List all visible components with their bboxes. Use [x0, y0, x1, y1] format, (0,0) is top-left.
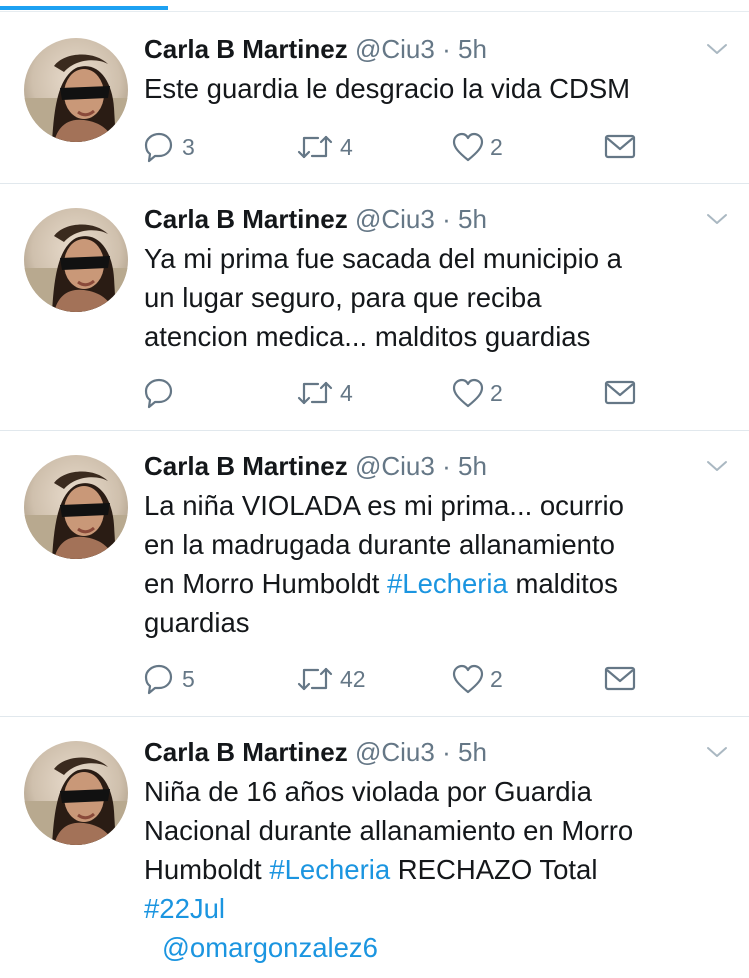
tweet-header: Carla B Martinez @Ciu3 · 5h [144, 201, 487, 237]
envelope-icon [604, 134, 636, 159]
tweet[interactable]: Carla B Martinez @Ciu3 · 5h Este guardia… [0, 13, 749, 184]
author-handle[interactable]: @Ciu3 [355, 34, 435, 64]
reply-icon [144, 378, 173, 409]
author-name[interactable]: Carla B Martinez [144, 34, 348, 64]
reply-count: 3 [182, 133, 195, 160]
hashtag-link[interactable]: #22Jul [144, 893, 225, 924]
reply-icon [144, 664, 173, 695]
timeline: Carla B Martinez @Ciu3 · 5h Este guardia… [0, 0, 749, 978]
hashtag-link[interactable]: #Lecheria [269, 854, 390, 885]
envelope-icon [604, 380, 636, 405]
tab-indicator-bar [0, 0, 749, 12]
mention-link[interactable]: @omargonzalez6 [144, 928, 734, 967]
timestamp[interactable]: 5h [458, 204, 487, 234]
timestamp[interactable]: 5h [458, 737, 487, 767]
message-button[interactable] [604, 375, 636, 411]
like-button[interactable]: 2 [452, 661, 503, 697]
tweet-text-line: Este guardia le desgracio la vida CDSM [144, 73, 631, 104]
avatar[interactable] [24, 38, 128, 142]
like-count: 2 [490, 665, 503, 692]
separator-dot: · [442, 737, 451, 767]
retweet-count: 4 [340, 379, 353, 406]
tweet-actions: 5 42 2 [144, 661, 644, 697]
retweet-button[interactable]: 42 [296, 661, 366, 697]
timestamp[interactable]: 5h [458, 34, 487, 64]
retweet-button[interactable]: 4 [296, 375, 353, 411]
tweet-text-line: Niña de 16 años violada por Guardia [144, 776, 592, 807]
tweet-text-line: La niña VIOLADA es mi prima... ocurrio [144, 490, 624, 521]
tweet-text-line: guardias [144, 607, 250, 638]
message-button[interactable] [604, 129, 636, 165]
tweet-text: La niña VIOLADA es mi prima... ocurrio e… [144, 486, 734, 642]
heart-icon [452, 378, 484, 408]
retweet-count: 4 [340, 133, 353, 160]
reply-button[interactable]: 5 [144, 661, 195, 697]
tweet-text: Niña de 16 años violada por Guardia Naci… [144, 772, 734, 967]
chevron-down-icon[interactable] [705, 207, 729, 231]
author-name[interactable]: Carla B Martinez [144, 204, 348, 234]
avatar[interactable] [24, 208, 128, 312]
author-handle[interactable]: @Ciu3 [355, 451, 435, 481]
tweet-text-line: en Morro Humboldt [144, 568, 388, 599]
author-name[interactable]: Carla B Martinez [144, 451, 348, 481]
chevron-down-icon[interactable] [705, 740, 729, 764]
reply-button[interactable]: 3 [144, 129, 195, 165]
separator-dot: · [442, 34, 451, 64]
tweet-header: Carla B Martinez @Ciu3 · 5h [144, 31, 487, 67]
tweet-text-line: Nacional durante allanamiento en Morro [144, 815, 634, 846]
separator-dot: · [442, 204, 451, 234]
like-button[interactable]: 2 [452, 375, 503, 411]
retweet-icon [297, 135, 333, 159]
reply-count: 5 [182, 665, 195, 692]
timestamp[interactable]: 5h [458, 451, 487, 481]
active-tab-indicator [0, 6, 168, 10]
tweet-text-line: Humboldt [144, 854, 270, 885]
envelope-icon [604, 666, 636, 691]
retweet-icon [297, 381, 333, 405]
chevron-down-icon[interactable] [705, 37, 729, 61]
tweet[interactable]: Carla B Martinez @Ciu3 · 5h Ya mi prima … [0, 184, 749, 431]
tweet-actions: 3 4 2 [144, 129, 644, 165]
tweet-header: Carla B Martinez @Ciu3 · 5h [144, 734, 487, 770]
like-count: 2 [490, 379, 503, 406]
reply-icon [144, 132, 173, 163]
author-name[interactable]: Carla B Martinez [144, 737, 348, 767]
heart-icon [452, 132, 484, 162]
retweet-button[interactable]: 4 [296, 129, 353, 165]
like-button[interactable]: 2 [452, 129, 503, 165]
tweet-text-line: en la madrugada durante allanamiento [144, 529, 615, 560]
retweet-count: 42 [340, 665, 366, 692]
avatar[interactable] [24, 455, 128, 559]
tweet[interactable]: Carla B Martinez @Ciu3 · 5h La niña VIOL… [0, 431, 749, 717]
heart-icon [452, 664, 484, 694]
tweet-text: Este guardia le desgracio la vida CDSM [144, 69, 734, 108]
tweet-header: Carla B Martinez @Ciu3 · 5h [144, 448, 487, 484]
tweet[interactable]: Carla B Martinez @Ciu3 · 5h Niña de 16 a… [0, 717, 749, 978]
separator-dot: · [442, 451, 451, 481]
tweet-text-line: malditos [507, 568, 618, 599]
tweet-text-line: un lugar seguro, para que reciba [144, 282, 542, 313]
chevron-down-icon[interactable] [705, 454, 729, 478]
avatar[interactable] [24, 741, 128, 845]
author-handle[interactable]: @Ciu3 [355, 737, 435, 767]
tweet-actions: 4 2 [144, 375, 644, 411]
like-count: 2 [490, 133, 503, 160]
tweet-text-line: atencion medica... malditos guardias [144, 321, 591, 352]
author-handle[interactable]: @Ciu3 [355, 204, 435, 234]
retweet-icon [297, 667, 333, 691]
tweet-text: Ya mi prima fue sacada del municipio a u… [144, 239, 734, 356]
message-button[interactable] [604, 661, 636, 697]
hashtag-link[interactable]: #Lecheria [387, 568, 508, 599]
reply-button[interactable] [144, 375, 182, 411]
tweet-text-line: RECHAZO Total [390, 854, 598, 885]
tweet-text-line: Ya mi prima fue sacada del municipio a [144, 243, 622, 274]
